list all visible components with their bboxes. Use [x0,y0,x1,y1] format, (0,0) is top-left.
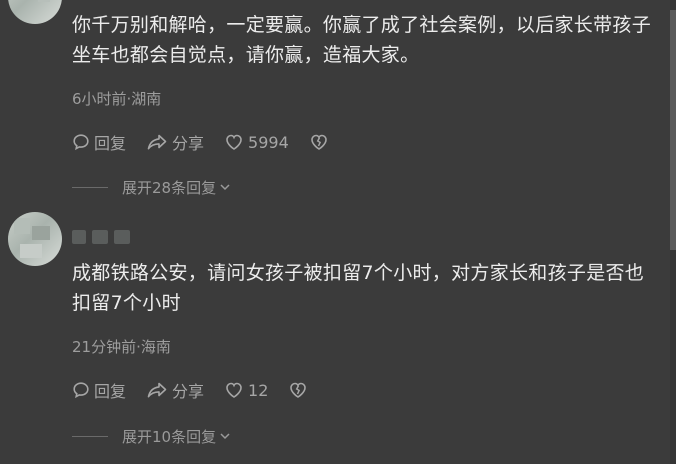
divider [72,187,108,188]
expand-replies-button[interactable]: 展开28条回复 [72,177,231,198]
avatar[interactable] [8,0,62,24]
redacted-block [114,230,130,244]
redacted-block [92,230,108,244]
comment-actions: 回复 分享 5994 [72,130,349,154]
comment-meta: 6小时前·湖南 [72,90,162,108]
share-label: 分享 [172,382,205,401]
like-button[interactable]: 12 [224,381,268,400]
broken-heart-icon [310,134,327,150]
avatar[interactable] [8,212,62,266]
expand-replies-button[interactable]: 展开10条回复 [72,426,231,447]
comment-meta: 21分钟前·海南 [72,338,171,356]
comment-actions: 回复 分享 12 [72,378,328,402]
share-label: 分享 [172,134,205,153]
share-arrow-icon [147,382,167,398]
heart-icon [226,382,242,398]
dislike-button[interactable] [309,133,329,151]
chevron-down-icon [219,181,231,195]
expand-replies-label: 展开10条回复 [122,428,217,446]
reply-button[interactable]: 回复 [72,130,126,154]
comment-text: 你千万别和解哈，一定要赢。你赢了成了社会案例，以后家长带孩子坐车也都会自觉点，请… [72,14,652,66]
share-button[interactable]: 分享 [146,378,204,402]
redacted-block [72,230,86,244]
share-button[interactable]: 分享 [146,130,204,154]
like-count: 12 [248,380,269,400]
reply-label: 回复 [94,382,127,401]
username-redacted[interactable] [72,228,130,246]
reply-label: 回复 [94,134,127,153]
like-button[interactable]: 5994 [224,133,289,152]
scrollbar-thumb[interactable] [670,10,676,250]
divider [72,436,108,437]
share-arrow-icon [147,134,167,150]
speech-bubble-icon [73,382,89,399]
scrollbar[interactable] [670,0,676,464]
reply-button[interactable]: 回复 [72,378,126,402]
chevron-down-icon [219,430,231,444]
like-count: 5994 [248,132,289,152]
speech-bubble-icon [73,134,89,151]
heart-icon [226,134,242,150]
dislike-button[interactable] [288,381,308,399]
expand-replies-label: 展开28条回复 [122,179,217,197]
broken-heart-icon [290,382,307,398]
comment-text: 成都铁路公安，请问女孩子被扣留7个小时，对方家长和孩子是否也扣留7个小时 [72,262,645,314]
